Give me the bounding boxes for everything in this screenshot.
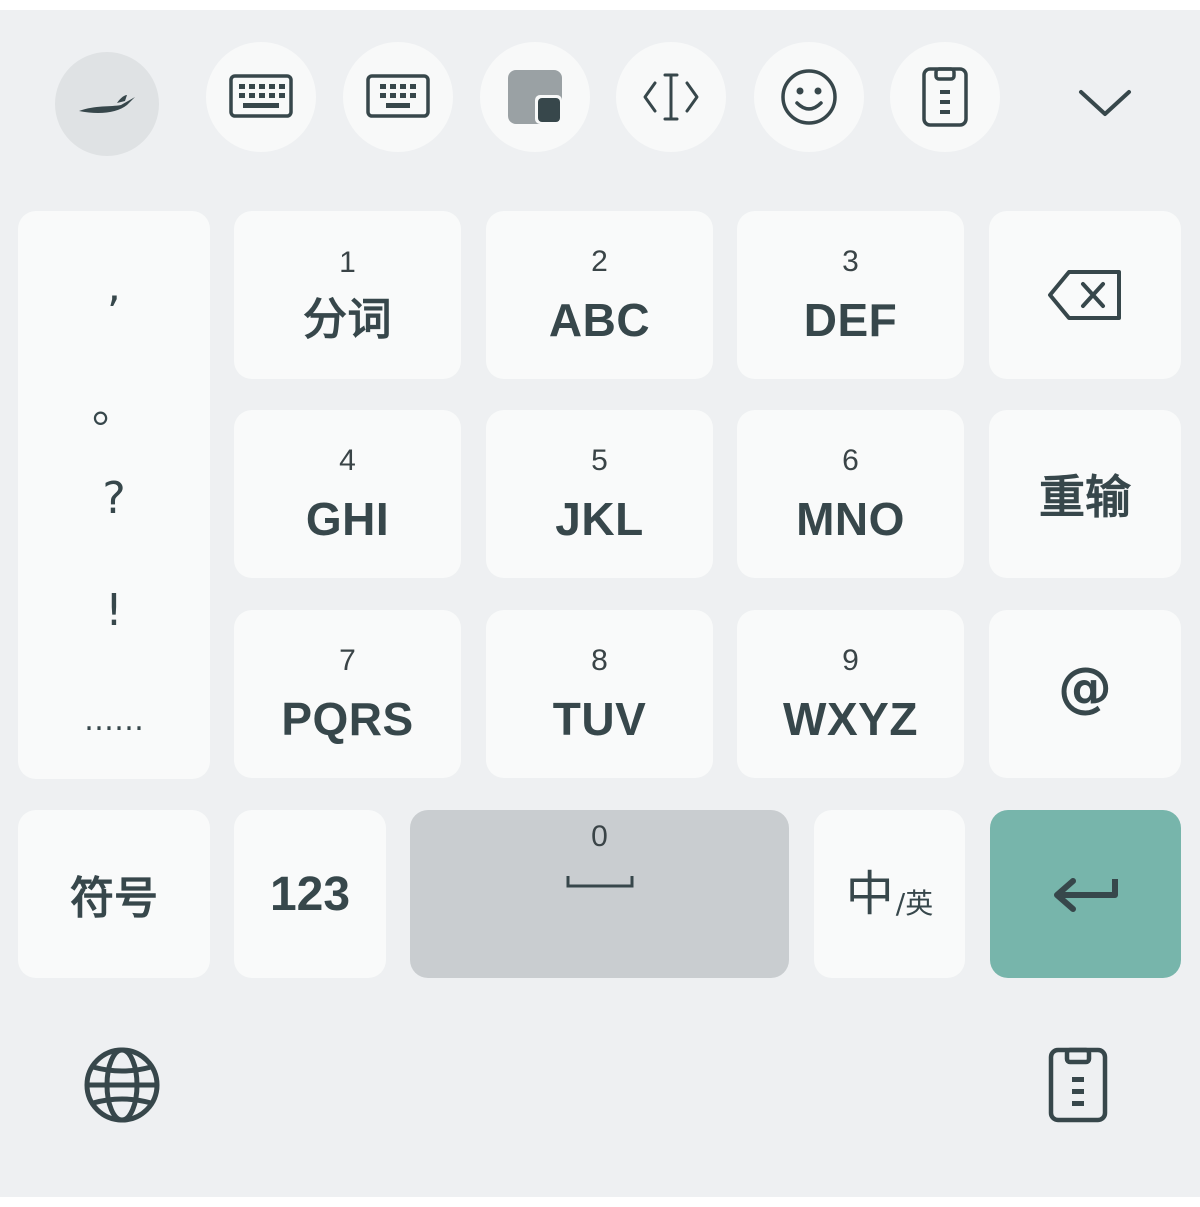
key-8-label: TUV	[552, 693, 647, 745]
clipboard-icon	[1048, 1047, 1108, 1123]
key-5-number: 5	[591, 444, 608, 477]
key-3-label: DEF	[803, 294, 898, 346]
collapse-keyboard-button[interactable]	[1050, 47, 1160, 157]
key-9-label: WXYZ	[783, 693, 918, 745]
key-7[interactable]: 7 PQRS	[234, 610, 461, 778]
at-label: @	[1058, 655, 1112, 719]
keyboard-icon	[229, 74, 293, 118]
key-1-number: 1	[339, 246, 356, 279]
ime-logo-button[interactable]	[55, 52, 159, 156]
key-4-number: 4	[339, 444, 356, 477]
backspace-icon	[1048, 270, 1121, 320]
language-switch-key[interactable]: 中 /英	[814, 810, 965, 978]
clipboard-button[interactable]	[890, 42, 1000, 152]
emoji-button[interactable]	[754, 42, 864, 152]
key-4[interactable]: 4 GHI	[234, 410, 461, 578]
key-9[interactable]: 9 WXYZ	[737, 610, 964, 778]
enter-icon	[1053, 878, 1118, 912]
key-3-number: 3	[842, 245, 859, 278]
space-key-number: 0	[591, 820, 608, 853]
key-8-number: 8	[591, 644, 608, 677]
key-1-label: 分词	[303, 294, 392, 345]
numbers-label: 123	[269, 867, 351, 921]
reinput-label: 重输	[1039, 470, 1131, 524]
floating-window-button[interactable]	[480, 42, 590, 152]
key-2-number: 2	[591, 245, 608, 278]
smiley-icon	[781, 69, 837, 125]
space-key[interactable]: 0	[410, 810, 789, 978]
at-key[interactable]: @	[989, 610, 1181, 778]
globe-icon	[84, 1047, 160, 1123]
key-7-label: PQRS	[281, 693, 414, 745]
key-6-number: 6	[842, 444, 859, 477]
key-9-number: 9	[842, 644, 859, 677]
globe-button[interactable]	[72, 1035, 172, 1135]
space-bar-icon	[566, 876, 633, 888]
key-6-label: MNO	[796, 493, 905, 545]
language-sub-label: /英	[895, 887, 934, 920]
keyboard-compact-button[interactable]	[343, 42, 453, 152]
key-4-label: GHI	[305, 493, 390, 545]
key-2-label: ABC	[548, 294, 651, 346]
ellipsis-key[interactable]: ……	[18, 703, 210, 738]
numbers-key[interactable]: 123	[234, 810, 386, 978]
bottom-clipboard-button[interactable]	[1028, 1035, 1128, 1135]
window-icon	[508, 70, 562, 124]
text-cursor-icon	[643, 73, 699, 121]
cursor-edit-button[interactable]	[616, 42, 726, 152]
symbols-key[interactable]: 符号	[18, 810, 210, 978]
comma-key[interactable]: ,	[18, 261, 210, 312]
symbols-label: 符号	[70, 873, 158, 924]
key-7-number: 7	[339, 644, 356, 677]
language-main-label: 中	[845, 866, 894, 922]
key-3[interactable]: 3 DEF	[737, 211, 964, 379]
enter-key[interactable]	[990, 810, 1181, 978]
clipboard-icon	[922, 67, 968, 127]
exclamation-key[interactable]: !	[18, 585, 210, 636]
reinput-key[interactable]: 重输	[989, 410, 1181, 578]
key-8[interactable]: 8 TUV	[486, 610, 713, 778]
chevron-down-icon	[1079, 90, 1131, 116]
keyboard-layout-button[interactable]	[206, 42, 316, 152]
period-key[interactable]: 。	[18, 371, 210, 435]
keyboard-small-icon	[366, 74, 430, 118]
keyboard-panel: , 。 ? ! …… 1 分词 2 ABC 3 DEF 4 GHI 5 JKL …	[0, 10, 1200, 1197]
key-2[interactable]: 2 ABC	[486, 211, 713, 379]
key-6[interactable]: 6 MNO	[737, 410, 964, 578]
key-5[interactable]: 5 JKL	[486, 410, 713, 578]
key-1[interactable]: 1 分词	[234, 211, 461, 379]
punctuation-column[interactable]: , 。 ? ! ……	[18, 211, 210, 779]
question-key[interactable]: ?	[18, 473, 210, 524]
backspace-key[interactable]	[989, 211, 1181, 379]
key-5-label: JKL	[555, 493, 644, 545]
swift-logo-icon	[79, 95, 135, 113]
